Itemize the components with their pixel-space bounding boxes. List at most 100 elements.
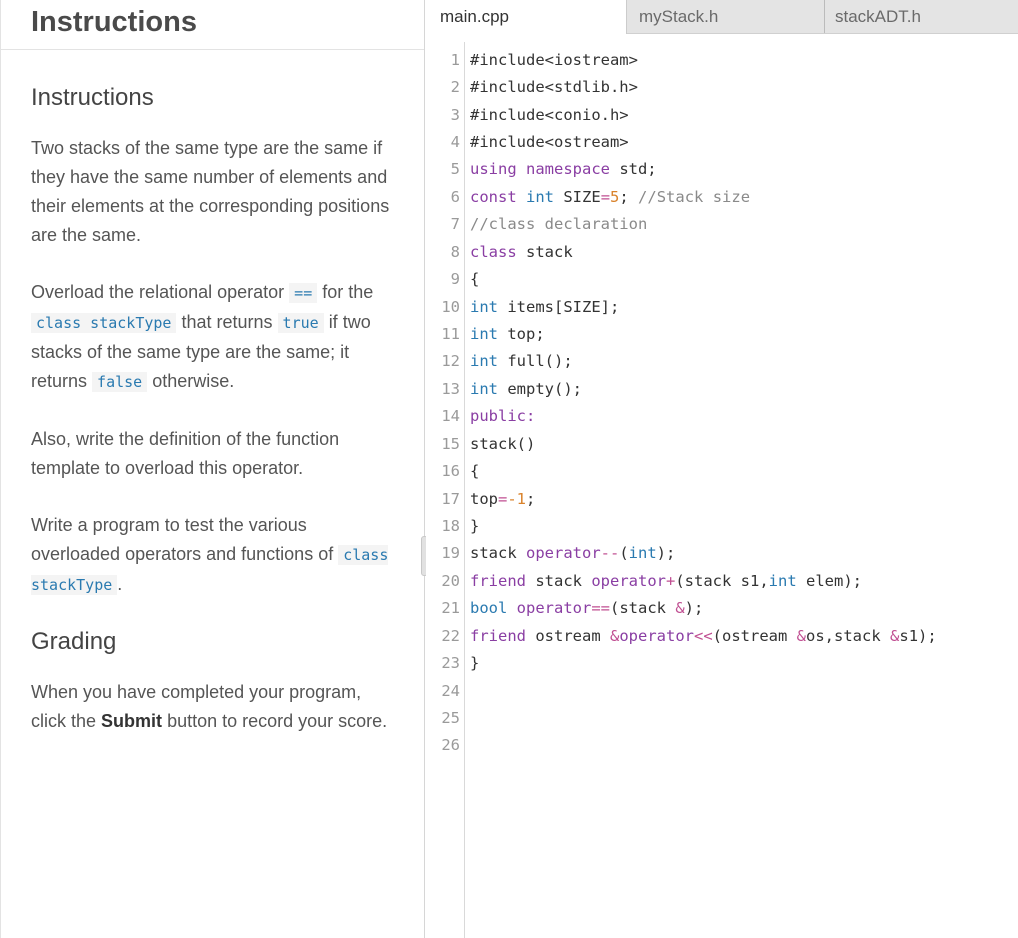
line-number: 1 bbox=[450, 51, 460, 69]
code-token: stack bbox=[526, 572, 592, 590]
code-line: 20 friend stack operator+(stack s1,int el… bbox=[426, 568, 1018, 595]
code-token: os,stack bbox=[806, 627, 891, 645]
line-code: using namespace std; bbox=[470, 156, 657, 183]
line-number: 3 bbox=[450, 106, 460, 124]
line-code: int items[SIZE]; bbox=[470, 294, 619, 321]
code-token: int bbox=[628, 544, 657, 562]
code-line: 8 class stack bbox=[426, 239, 1018, 266]
line-number: 20 bbox=[441, 572, 460, 590]
p2-text: otherwise. bbox=[152, 371, 235, 391]
line-number: 10 bbox=[441, 298, 460, 316]
code-line: 19 stack operator--(int); bbox=[426, 540, 1018, 567]
inline-code: true bbox=[277, 313, 324, 333]
code-token: bool bbox=[470, 599, 508, 617]
line-number: 24 bbox=[441, 682, 460, 700]
code-token: & bbox=[610, 627, 620, 645]
code-token: int bbox=[470, 325, 498, 343]
code-token: items[SIZE]; bbox=[498, 298, 620, 316]
code-token: = bbox=[600, 188, 611, 206]
paragraph-3: Also, write the definition of the functi… bbox=[31, 429, 340, 478]
code-token: SIZE bbox=[554, 188, 601, 206]
code-line: 26 bbox=[426, 732, 1018, 759]
code-token: << bbox=[694, 627, 713, 645]
code-token: (stack bbox=[610, 599, 676, 617]
code-token: elem); bbox=[796, 572, 862, 590]
code-line: 24 bbox=[426, 678, 1018, 705]
tab-stackadt-h[interactable]: stackADT.h bbox=[825, 0, 1018, 33]
code-token: operator bbox=[526, 544, 601, 562]
line-number: 5 bbox=[450, 160, 460, 178]
inline-code: class stackType bbox=[31, 313, 177, 333]
editor-tab-bar: main.cpp myStack.h stackADT.h bbox=[426, 0, 1018, 34]
line-number: 12 bbox=[441, 352, 460, 370]
line-number: 7 bbox=[450, 215, 460, 233]
code-line: 23} bbox=[426, 650, 1018, 677]
code-token: int bbox=[470, 298, 498, 316]
grading-paragraph: When you have completed your program, cl… bbox=[31, 678, 394, 736]
line-number: 22 bbox=[441, 627, 460, 645]
line-code: { bbox=[470, 458, 479, 485]
code-token: friend bbox=[470, 572, 526, 590]
code-line: 25 bbox=[426, 705, 1018, 732]
code-token: (ostream bbox=[712, 627, 797, 645]
code-token: class bbox=[470, 243, 517, 261]
code-line: 3 #include<conio.h> bbox=[426, 102, 1018, 129]
line-code: int empty(); bbox=[470, 376, 582, 403]
code-line: 10 int items[SIZE]; bbox=[426, 294, 1018, 321]
code-token: stack() bbox=[470, 435, 536, 453]
line-code: stack() bbox=[470, 431, 535, 458]
line-number: 4 bbox=[450, 133, 460, 151]
line-code: { bbox=[470, 266, 479, 293]
tab-main-cpp[interactable]: main.cpp bbox=[426, 0, 627, 34]
code-token: operator bbox=[591, 572, 666, 590]
panel-title: Instructions bbox=[31, 6, 197, 38]
code-line: 4 #include<ostream> bbox=[426, 129, 1018, 156]
code-token: } bbox=[470, 654, 480, 672]
grading-text: button to record your score. bbox=[167, 711, 388, 731]
line-number: 17 bbox=[441, 490, 460, 508]
line-code: #include<conio.h> bbox=[470, 102, 629, 129]
code-token: == bbox=[591, 599, 610, 617]
line-number: 15 bbox=[441, 435, 460, 453]
code-line: 15 stack() bbox=[426, 431, 1018, 458]
code-line: 16 { bbox=[426, 458, 1018, 485]
code-token: empty(); bbox=[498, 380, 582, 398]
code-token: { bbox=[470, 462, 480, 480]
code-line: 21 bool operator==(stack &); bbox=[426, 595, 1018, 622]
line-code: } bbox=[470, 513, 479, 540]
code-token: ); bbox=[684, 599, 704, 617]
p4-text: . bbox=[117, 574, 123, 594]
inline-code: false bbox=[92, 372, 148, 392]
line-number: 8 bbox=[450, 243, 460, 261]
code-token: & bbox=[796, 627, 807, 645]
code-token: operator bbox=[619, 627, 694, 645]
line-code: bool operator==(stack &); bbox=[470, 595, 703, 622]
code-token: top; bbox=[498, 325, 545, 343]
code-token: & bbox=[675, 599, 685, 617]
panel-header: Instructions bbox=[1, 0, 424, 50]
paragraph-4: Write a program to test the various over… bbox=[31, 511, 394, 600]
tab-mystack-h[interactable]: myStack.h bbox=[627, 0, 825, 33]
code-line: 6 const int SIZE=5; //Stack size bbox=[426, 184, 1018, 211]
code-token: ( bbox=[619, 544, 629, 562]
code-token: ); bbox=[656, 544, 676, 562]
line-code: //class declaration bbox=[470, 211, 647, 238]
code-area[interactable]: 1 #include<iostream> 2 #include<stdlib.h> … bbox=[426, 42, 1018, 938]
code-token: int bbox=[470, 380, 498, 398]
line-code: #include<iostream> bbox=[470, 47, 638, 74]
p2-text: Overload the relational operator bbox=[31, 282, 285, 302]
code-token: const bbox=[470, 188, 517, 206]
code-token: stack bbox=[470, 544, 526, 562]
line-number: 13 bbox=[441, 380, 460, 398]
line-number: 26 bbox=[441, 736, 460, 754]
line-code: int top; bbox=[470, 321, 545, 348]
line-code: friend stack operator+(stack s1,int elem… bbox=[470, 568, 862, 595]
code-token: int bbox=[470, 352, 498, 370]
code-token: top bbox=[470, 490, 498, 508]
line-code: int full(); bbox=[470, 348, 573, 375]
code-token: -- bbox=[600, 544, 620, 562]
code-token: #include<stdlib.h> bbox=[470, 78, 638, 96]
code-token: full(); bbox=[498, 352, 573, 370]
code-token: using namespace bbox=[470, 160, 610, 178]
